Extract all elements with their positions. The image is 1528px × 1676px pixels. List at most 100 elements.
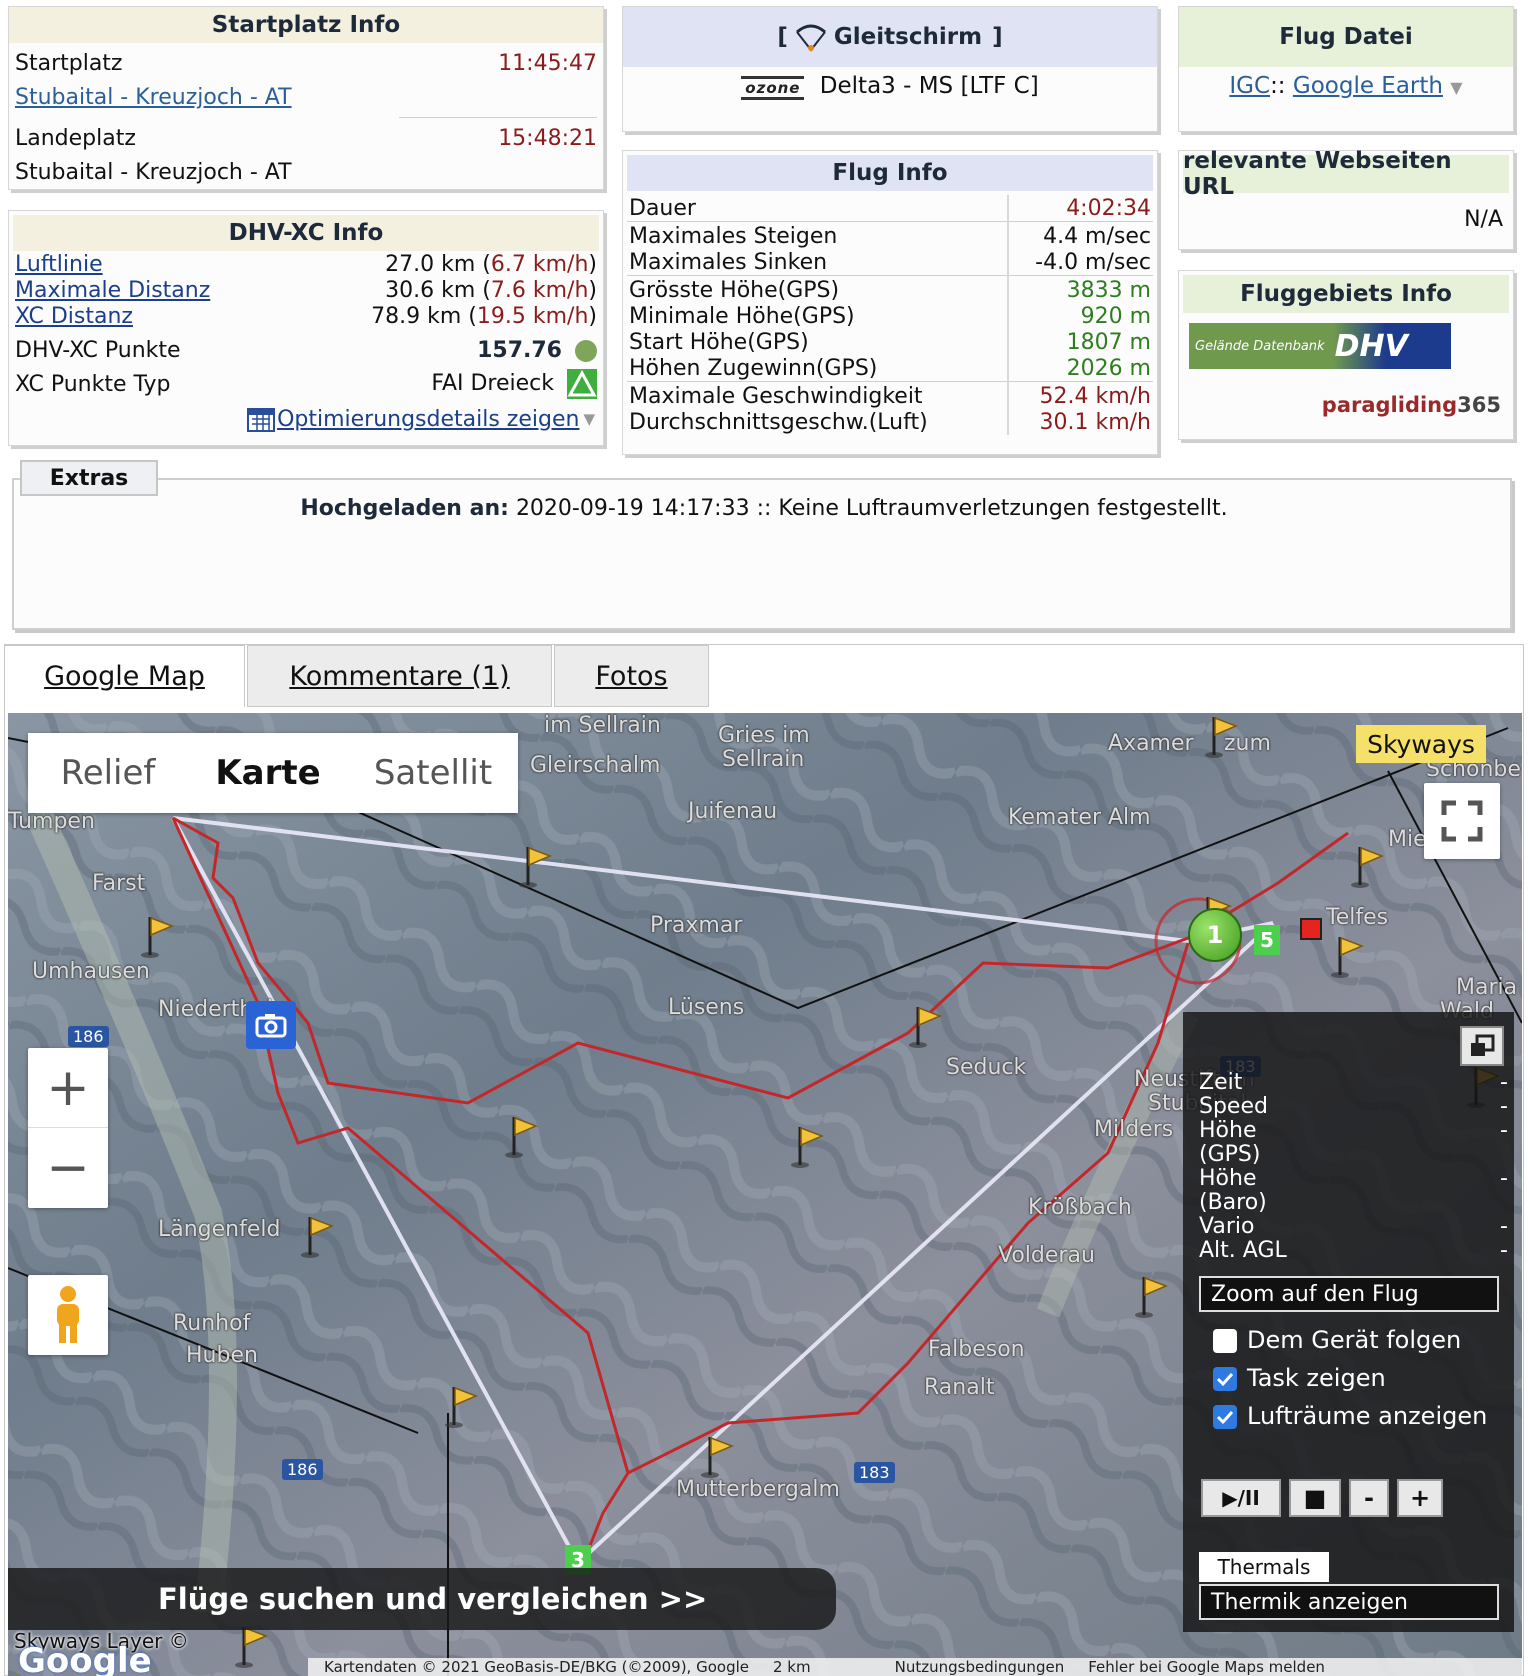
telemetry-label: (Baro) <box>1199 1190 1267 1215</box>
speed-plus-button[interactable]: + <box>1397 1479 1443 1517</box>
show-thermals-button[interactable]: Thermik anzeigen <box>1199 1584 1499 1620</box>
report-error-link[interactable]: Fehler bei Google Maps melden <box>1088 1658 1325 1676</box>
dhvxc-row-link[interactable]: Maximale Distanz <box>15 278 210 303</box>
zoom-control: + − <box>28 1048 108 1208</box>
follow-device-checkbox[interactable] <box>1213 1329 1237 1353</box>
map-place-label: Falbeson <box>928 1337 1025 1362</box>
takeoff-flag-icon[interactable] <box>1348 843 1386 889</box>
takeoff-flag-icon[interactable] <box>1328 933 1366 979</box>
map-type-relief[interactable]: Relief <box>28 733 188 813</box>
dhvxc-row-km: 78.9 km <box>371 303 462 329</box>
start-time: 11:45:47 <box>498 50 597 76</box>
dhv-database-logo[interactable]: Gelände Datenbank DHV <box>1189 323 1451 369</box>
pg365-number: 365 <box>1457 393 1501 417</box>
uploaded-text: 2020-09-19 14:17:33 :: Keine Luftraumver… <box>515 496 1228 521</box>
google-logo: Google <box>18 1641 152 1676</box>
turnpoint-1-marker[interactable]: 1 <box>1188 908 1242 962</box>
fluginfo-value: 2026 m <box>1066 355 1151 381</box>
tab-kommentare[interactable]: Kommentare (1) <box>247 645 552 707</box>
glider-title: [ Gleitschirm ] <box>623 7 1157 67</box>
dhvxc-points: 157.76 <box>477 337 562 363</box>
takeoff-flag-icon[interactable] <box>502 1113 540 1159</box>
dhvxc-row-link[interactable]: XC Distanz <box>15 304 133 329</box>
optimize-dropdown-icon[interactable]: ▼ <box>583 410 595 428</box>
street-view-pegman[interactable] <box>28 1275 108 1355</box>
tab-fotos[interactable]: Fotos <box>554 645 709 707</box>
tab-google-map[interactable]: Google Map <box>4 645 245 707</box>
fluginfo-value: 920 m <box>1080 303 1151 329</box>
takeoff-flag-icon[interactable] <box>138 913 176 959</box>
dhvxc-row: XC Distanz 78.9 km (19.5 km/h) <box>9 303 603 329</box>
fluginfo-label: Höhen Zugewinn(GPS) <box>629 355 878 381</box>
photo-marker-icon[interactable] <box>246 1001 296 1049</box>
turnpoint-5-marker[interactable]: 5 <box>1254 925 1280 955</box>
terms-link[interactable]: Nutzungsbedingungen <box>895 1658 1065 1676</box>
fluginfo-label: Maximales Steigen <box>629 223 838 249</box>
start-label: Startplatz <box>15 50 123 76</box>
show-airspace-label: Lufträume anzeigen <box>1247 1402 1488 1430</box>
igc-link[interactable]: IGC <box>1229 73 1270 99</box>
fluginfo-row: Maximales Steigen 4.4 m/sec <box>623 223 1157 249</box>
map-type-karte[interactable]: Karte <box>190 733 346 813</box>
flight-playback-panel: Zeit - Speed - Höhe - (GPS) Höhe - (Baro) Vario - Al… <box>1183 1012 1514 1632</box>
fluginfo-title: Flug Info <box>627 155 1153 191</box>
speed-minus-button[interactable]: - <box>1349 1479 1389 1517</box>
dhvxc-row-paren-open: ( <box>475 251 491 277</box>
dhvxc-points-label: DHV-XC Punkte <box>15 337 181 363</box>
map-place-label: Gries im <box>718 723 810 748</box>
takeoff-flag-icon[interactable] <box>1202 713 1240 759</box>
dhvxc-row-km: 30.6 km <box>385 277 476 303</box>
paraglider-icon <box>795 24 826 52</box>
zoom-out-button[interactable]: − <box>28 1128 108 1208</box>
landing-marker[interactable] <box>1300 918 1322 940</box>
zoom-in-button[interactable]: + <box>28 1048 108 1128</box>
map-place-label: Sellrain <box>722 747 805 772</box>
map-place-label: Praxmar <box>650 913 743 938</box>
fluginfo-column-divider <box>1007 195 1009 435</box>
takeoff-flag-icon[interactable] <box>788 1123 826 1169</box>
map-place-label: Lüsens <box>668 995 745 1020</box>
road-number-shield: 186 <box>68 1026 109 1047</box>
takeoff-flag-icon[interactable] <box>442 1383 480 1429</box>
start-site-link[interactable]: Stubaital - Kreuzjoch - AT <box>15 85 292 110</box>
fluggebiet-title: Fluggebiets Info <box>1183 275 1509 313</box>
fluginfo-row: Durchschnittsgeschw.(Luft) 30.1 km/h <box>623 409 1157 435</box>
dhvxc-type-label: XC Punkte Typ <box>15 371 171 397</box>
google-earth-link[interactable]: Google Earth <box>1293 73 1443 99</box>
extras-tab: Extras <box>20 460 158 496</box>
webseiten-value: N/A <box>1464 207 1503 232</box>
fluginfo-value: 3833 m <box>1066 277 1151 303</box>
takeoff-flag-icon[interactable] <box>906 1003 944 1049</box>
fullscreen-button[interactable] <box>1424 783 1500 859</box>
takeoff-flag-icon[interactable] <box>698 1433 736 1479</box>
skyways-badge[interactable]: Skyways <box>1356 725 1486 763</box>
search-flights-text: Flüge suchen und vergleichen >> <box>158 1582 708 1616</box>
ozone-logo: ozone <box>741 76 805 100</box>
telemetry-label: Alt. AGL <box>1199 1238 1287 1263</box>
google-map[interactable]: im Sellrain Gries im Sellrain Gleirschalm Ju… <box>8 713 1522 1676</box>
dhvxc-panel: DHV-XC Info Luftlinie 27.0 km (6.7 km/h) M… <box>8 210 604 446</box>
map-type-satellit[interactable]: Satellit <box>348 733 518 813</box>
optimize-link[interactable]: Optimierungsdetails zeigen <box>277 407 579 432</box>
follow-device-label: Dem Gerät folgen <box>1247 1326 1462 1354</box>
stop-button[interactable]: ■ <box>1289 1479 1341 1517</box>
dhvxc-type: FAI Dreieck <box>431 371 554 396</box>
search-flights-banner[interactable]: Flüge suchen und vergleichen >> <box>8 1568 836 1630</box>
telemetry-value: - <box>1500 1118 1508 1143</box>
dhvxc-row-value: 27.0 km (6.7 km/h) <box>385 252 597 277</box>
telemetry-label: Höhe <box>1199 1118 1257 1143</box>
panel-collapse-button[interactable] <box>1460 1026 1504 1066</box>
extras-upload-line: Hochgeladen an: 2020-09-19 14:17:33 :: K… <box>0 496 1528 521</box>
takeoff-flag-icon[interactable] <box>298 1213 336 1259</box>
takeoff-flag-icon[interactable] <box>1132 1273 1170 1319</box>
show-task-checkbox[interactable] <box>1213 1367 1237 1391</box>
dhvxc-row-link[interactable]: Luftlinie <box>15 252 103 277</box>
paragliding365-logo[interactable]: paragliding365 <box>1322 393 1501 417</box>
map-place-label: Umhausen <box>32 959 150 984</box>
play-pause-button[interactable]: ▶/II <box>1201 1479 1281 1517</box>
fullscreen-icon <box>1441 800 1483 842</box>
takeoff-flag-icon[interactable] <box>516 843 554 889</box>
zoom-to-flight-button[interactable]: Zoom auf den Flug <box>1199 1276 1499 1312</box>
dropdown-triangle-icon[interactable]: ▼ <box>1450 78 1462 97</box>
show-airspace-checkbox[interactable] <box>1213 1405 1237 1429</box>
